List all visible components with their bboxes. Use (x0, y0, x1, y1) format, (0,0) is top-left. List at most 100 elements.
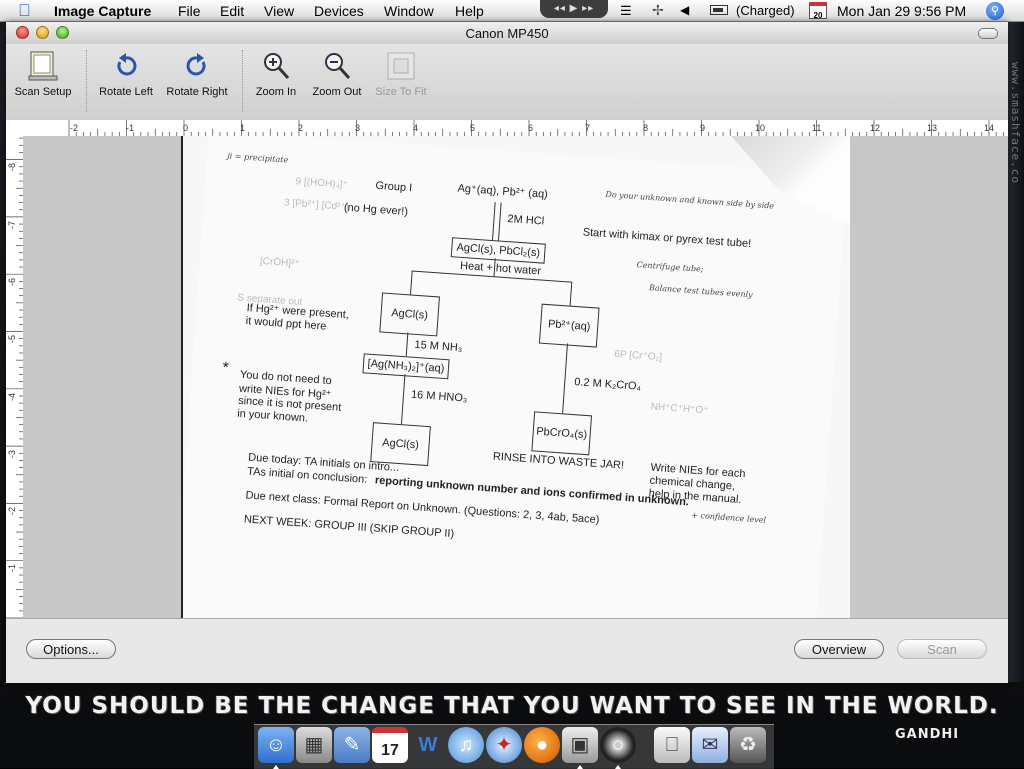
window-titlebar[interactable]: Canon MP450 (6, 22, 1008, 44)
menu-view[interactable]: View (264, 3, 294, 19)
overview-button[interactable]: Overview (794, 639, 884, 659)
scanned-sheet: ji = precipitate 9 [(HOH)₄]⁺ 3 [Pb²⁺] [C… (183, 136, 848, 618)
scan-no-hg: (no Hg ever!) (343, 201, 409, 219)
menu-file[interactable]: File (178, 3, 201, 19)
wallpaper-quote: YOU SHOULD BE THE CHANGE THAT YOU WANT T… (25, 693, 999, 719)
ruler-label: -2 (70, 123, 79, 133)
media-controls[interactable]: ◂◂ ▶ ▸▸ (540, 0, 608, 18)
calendar-icon[interactable]: 20 (809, 2, 827, 20)
options-button[interactable]: Options... (26, 639, 116, 659)
scan-box-pb: Pb²⁺(aq) (538, 303, 600, 348)
horizontal-ruler: -2 -1 0 1 2 3 4 5 6 7 8 9 10 11 12 13 14 (6, 120, 1008, 137)
menu-edit[interactable]: Edit (220, 3, 244, 19)
scan-bleedthrough: [CrOH]²⁺ (259, 255, 300, 270)
scan-reagent-nh3: 15 M NH₃ (414, 338, 463, 355)
bluetooth-icon[interactable]: ✢ (652, 2, 664, 19)
image-capture-window: Canon MP450 Scan Setup Rotate Left Rotat… (6, 22, 1008, 683)
scan-button[interactable]: Scan (897, 639, 987, 659)
size-to-fit-label: Size To Fit (375, 86, 427, 98)
wallpaper-watermark: www.smashface.co (1009, 62, 1022, 184)
scan-box-agcl2: AgCl(s) (370, 422, 431, 467)
ruler-label: -1 (126, 123, 135, 133)
ruler-label: 12 (870, 123, 881, 133)
flow-line (497, 202, 502, 243)
menu-devices[interactable]: Devices (314, 3, 364, 19)
scan-preview-area[interactable]: ji = precipitate 9 [(HOH)₄]⁺ 3 [Pb²⁺] [C… (23, 136, 1008, 618)
zoom-in-button[interactable]: Zoom In (250, 50, 302, 98)
menu-help[interactable]: Help (455, 3, 484, 19)
ruler-label: -4 (7, 392, 18, 402)
dvd-player-icon[interactable]: ○ (600, 727, 636, 763)
zoom-out-label: Zoom Out (312, 86, 362, 98)
itunes-icon[interactable]: ♫ (448, 727, 484, 763)
scan-bleedthrough: 3 [Pb²⁺] [Cd²⁺] (283, 197, 349, 213)
scan-group-label: Group I (375, 179, 413, 195)
wifi-icon[interactable]: ☰ (620, 3, 632, 19)
ruler-label: -3 (7, 449, 18, 459)
ruler-label: 7 (585, 123, 591, 133)
menu-bar:  Image Capture File Edit View Devices W… (0, 0, 1024, 22)
apple-menu-icon[interactable]:  (18, 1, 31, 21)
rotate-left-button[interactable]: Rotate Left (94, 50, 158, 98)
rotate-right-label: Rotate Right (166, 86, 228, 98)
toolbar-toggle-button[interactable] (978, 28, 998, 39)
ruler-label: -1 (7, 563, 18, 573)
rotate-right-button[interactable]: Rotate Right (162, 50, 232, 98)
firefox-icon[interactable]: ● (524, 727, 560, 763)
scan-box-ag-complex: [Ag(NH₃)₂]⁺(aq) (362, 353, 450, 380)
rotate-left-icon (110, 50, 142, 82)
ruler-label: 4 (413, 123, 419, 133)
scan-box-agcl: AgCl(s) (379, 292, 440, 337)
toolbar-separator (242, 50, 244, 112)
scan-bleedthrough: 9 [(HOH)₄]⁺ (295, 176, 349, 191)
menu-window[interactable]: Window (384, 3, 434, 19)
zoom-out-button[interactable]: Zoom Out (306, 50, 368, 98)
scan-bleedthrough: NH⁺C⁺H⁺O⁺ (650, 401, 709, 417)
ruler-label: 8 (643, 123, 649, 133)
bottom-bar: Options... Overview Scan (6, 618, 1008, 683)
word-icon[interactable]: W (410, 727, 446, 763)
menu-clock[interactable]: Mon Jan 29 9:56 PM (837, 3, 966, 19)
scan-asterisk: * (221, 359, 230, 377)
scan-reagent-hno3: 16 M HNO₃ (410, 388, 468, 405)
ruler-ticks (68, 120, 1004, 136)
ruler-label: 2 (298, 123, 304, 133)
calculator-icon[interactable]: ▦ (296, 727, 332, 763)
finder-icon[interactable]: ☺ (258, 727, 294, 763)
image-capture-icon[interactable]: ▣ (562, 727, 598, 763)
zoom-in-label: Zoom In (255, 86, 297, 98)
scan-hand-note: Do your unknown and known side by side (605, 189, 775, 211)
size-to-fit-icon (385, 50, 417, 82)
scan-reagent-hcl: 2M HCl (507, 213, 545, 228)
macmini-icon[interactable]:  (654, 727, 690, 763)
window-title: Canon MP450 (465, 26, 549, 41)
scanned-document-image[interactable]: ji = precipitate 9 [(HOH)₄]⁺ 3 [Pb²⁺] [C… (181, 136, 850, 618)
running-indicator (273, 765, 279, 769)
volume-icon[interactable]: ◀ (680, 3, 689, 17)
ruler-label: -8 (7, 162, 18, 172)
scan-bleedthrough: 6P [Cr⁺O₂] (613, 348, 663, 364)
ical-icon[interactable]: 17 (372, 727, 408, 763)
battery-icon[interactable] (710, 5, 728, 15)
ruler-label: 13 (927, 123, 938, 133)
preview-icon[interactable]: ✎ (334, 727, 370, 763)
ruler-label: -2 (7, 506, 18, 516)
battery-status[interactable]: (Charged) (736, 3, 795, 18)
trash-icon[interactable]: ♻ (730, 727, 766, 763)
ruler-label: 14 (984, 123, 995, 133)
desktop-wallpaper-edge: www.smashface.co (1006, 22, 1024, 682)
scan-setup-icon (27, 50, 59, 82)
app-menu[interactable]: Image Capture (54, 3, 151, 19)
mail-icon[interactable]: ✉ (692, 727, 728, 763)
rotate-left-label: Rotate Left (99, 86, 153, 98)
toolbar: Scan Setup Rotate Left Rotate Right Zoom… (6, 44, 1008, 121)
zoom-in-icon (260, 50, 292, 82)
ruler-ticks (6, 137, 23, 618)
ruler-label: 5 (470, 123, 476, 133)
scan-setup-button[interactable]: Scan Setup (12, 50, 74, 98)
safari-icon[interactable]: ✦ (486, 727, 522, 763)
scan-start-note: Start with kimax or pyrex test tube! (582, 226, 752, 251)
spotlight-search-icon[interactable]: ⚲ (986, 2, 1004, 20)
scan-hand-centrifuge: Centrifuge tube; (636, 260, 704, 274)
size-to-fit-button[interactable]: Size To Fit (370, 50, 432, 98)
